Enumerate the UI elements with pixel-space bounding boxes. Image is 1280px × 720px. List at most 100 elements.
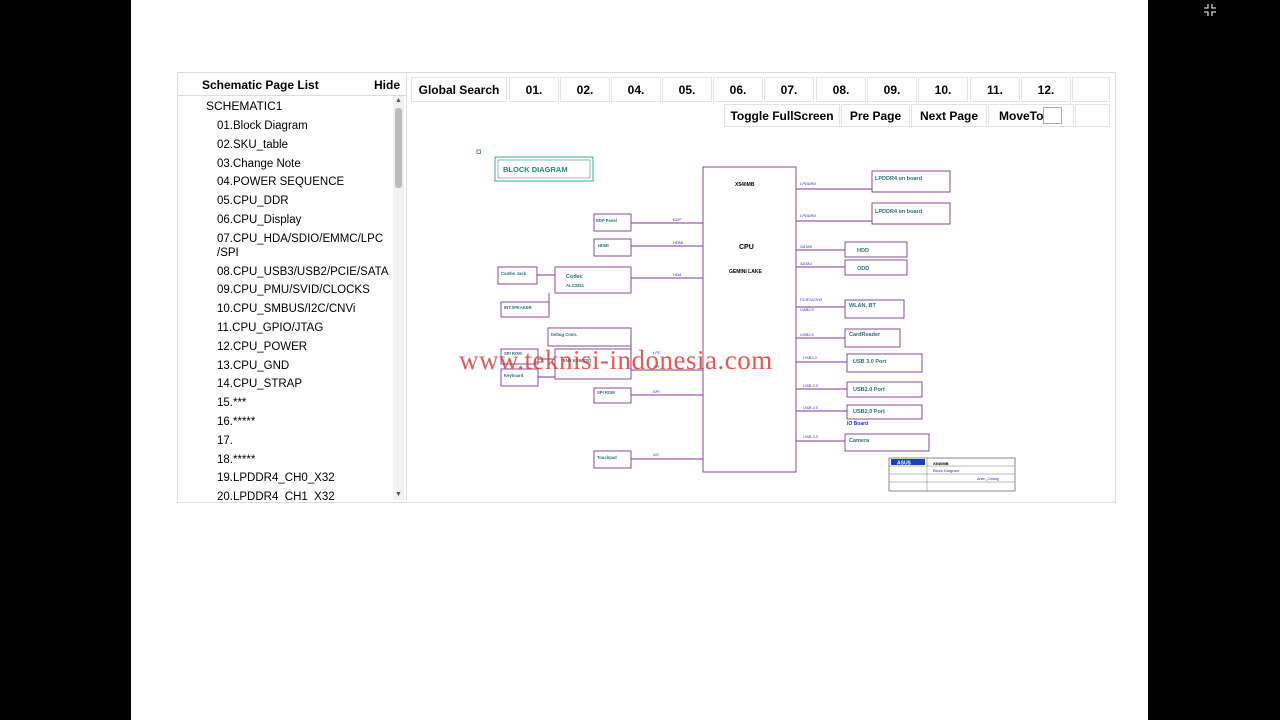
edp-label: EDP Panel <box>596 218 617 223</box>
page-list-item[interactable]: 13.CPU_GND <box>217 359 393 373</box>
page-list-item[interactable]: 18.***** <box>217 453 393 467</box>
page-list-item[interactable]: 17. <box>217 434 393 448</box>
debug-block <box>547 327 632 347</box>
bus-label: LPDDR4 <box>800 213 817 218</box>
odd-label: ODD <box>857 266 869 272</box>
title-block: ASUS X540MB Block Diagram Arlen_Chiang <box>888 457 1016 492</box>
touchpad-label: Touchpad <box>597 455 617 460</box>
io-board-label: IO Board <box>847 421 868 427</box>
card-reader-label: CardReader <box>849 332 881 338</box>
next-page-button[interactable]: Next Page <box>911 104 987 127</box>
page-button[interactable]: 12. <box>1021 77 1071 102</box>
hdd-label: HDD <box>857 248 869 254</box>
combo-jack-label: Combo Jack <box>501 271 527 276</box>
bus-label: HDMI <box>673 240 684 245</box>
bus-label: USB 2.0 <box>803 405 819 410</box>
block-diagram: BLOCK DIAGRAM X540MB CPU GEMINI LAKE LPD… <box>476 149 1016 492</box>
page-list-item[interactable]: 03.Change Note <box>217 157 393 171</box>
page-button[interactable]: 08. <box>816 77 866 102</box>
bus-label: USB3.0 <box>803 355 818 360</box>
toggle-fullscreen-button[interactable]: Toggle FullScreen <box>724 104 840 127</box>
lpddr4-a-label: LPDDR4 on board <box>875 176 922 182</box>
title-block-model: X540MB <box>933 461 949 466</box>
bus-label: USB 2.0 <box>803 383 819 388</box>
page-list-title: Schematic Page List <box>202 78 319 92</box>
move-to-label: MoveTo <box>999 108 1044 123</box>
bus-label: SATA1 <box>800 261 812 266</box>
bus-label: SATA0 <box>800 244 813 249</box>
codec-part-label: ALC3251 <box>566 283 585 288</box>
bus-label: USB2.0 <box>800 307 815 312</box>
cpu-family: GEMINI LAKE <box>729 269 762 275</box>
lpddr4-b-label: LPDDR4 on board <box>875 209 922 215</box>
bus-label: LPDDR4 <box>800 181 817 186</box>
codec-block <box>554 266 632 294</box>
page-list-item[interactable]: 07.CPU_HDA/SDIO/EMMC/LPC /SPI <box>217 232 393 260</box>
page-list: SCHEMATIC1 01.Block Diagram 02.SKU_table… <box>178 96 393 500</box>
page-list-item[interactable]: 06.CPU_Display <box>217 213 393 227</box>
page-button[interactable]: 07. <box>764 77 814 102</box>
page-list-item[interactable]: 14.CPU_STRAP <box>217 377 393 391</box>
scroll-up-icon[interactable]: ▲ <box>395 97 402 105</box>
scroll-down-icon[interactable]: ▼ <box>395 491 402 499</box>
toolbar-spacer <box>1075 104 1110 127</box>
page-button[interactable]: 05. <box>662 77 712 102</box>
page-list-item[interactable]: 04.POWER SEQUENCE <box>217 175 393 189</box>
hdd-block <box>844 241 908 258</box>
odd-block <box>844 259 908 276</box>
page-list-header: Schematic Page List Hide <box>178 73 406 96</box>
cpu-label: CPU <box>739 244 754 251</box>
cpu-block <box>702 166 797 473</box>
page-button[interactable]: 02. <box>560 77 610 102</box>
scroll-thumb[interactable] <box>395 108 402 188</box>
page-list-item[interactable]: 09.CPU_PMU/SVID/CLOCKS <box>217 283 393 297</box>
camera-label: Camera <box>849 438 870 444</box>
page-list-root[interactable]: SCHEMATIC1 <box>206 99 282 113</box>
page-button[interactable]: 04. <box>611 77 661 102</box>
bus-label: SPI <box>653 389 660 394</box>
move-to-input[interactable] <box>1043 107 1062 124</box>
page-list-item[interactable]: 05.CPU_DDR <box>217 194 393 208</box>
page-list-item[interactable]: 16.***** <box>217 415 393 429</box>
usb20b-label: USB2.0 Port <box>853 409 885 415</box>
codec-label: Codec <box>566 274 583 280</box>
schematic-viewer: Schematic Page List Hide SCHEMATIC1 01.B… <box>177 72 1116 503</box>
hide-button[interactable]: Hide <box>374 78 400 92</box>
page-list-item[interactable]: 11.CPU_GPIO/JTAG <box>217 321 393 335</box>
title-block-engineer: Arlen_Chiang <box>977 477 999 481</box>
title-block-brand: ASUS <box>897 461 912 467</box>
schematic-page-list: Schematic Page List Hide SCHEMATIC1 01.B… <box>178 73 407 500</box>
page-button[interactable]: 11. <box>970 77 1020 102</box>
diagram-title: BLOCK DIAGRAM <box>503 165 568 174</box>
page-button[interactable]: 09. <box>867 77 917 102</box>
page-list-scrollbar[interactable]: ▲ ▼ <box>393 96 404 500</box>
hdmi-label: HDMI <box>598 243 609 248</box>
bus-label: USB 2.0 <box>803 434 819 439</box>
bus-label: HDA <box>673 272 682 277</box>
wlan-label: WLAN, BT <box>849 303 877 309</box>
global-search-button[interactable]: Global Search <box>411 77 507 102</box>
page-button[interactable]: 01. <box>509 77 559 102</box>
usb30-label: USB 3.0 Port <box>853 359 886 365</box>
page-list-item[interactable]: 15.*** <box>217 396 393 410</box>
page-button[interactable]: 10. <box>918 77 968 102</box>
title-block-sheet: Block Diagram <box>933 468 960 473</box>
page-list-item[interactable]: 12.CPU_POWER <box>217 340 393 354</box>
page-list-items: 01.Block Diagram 02.SKU_table 03.Change … <box>217 119 393 500</box>
page-list-item[interactable]: 08.CPU_USB3/USB2/PCIE/SATA <box>217 265 393 279</box>
anchor-mark <box>476 149 481 154</box>
toolbar-spacer <box>1072 77 1110 102</box>
bus-label: USB2.0 <box>800 332 815 337</box>
watermark: www.teknisi-indonesia.com <box>459 345 773 375</box>
page-list-item[interactable]: 01.Block Diagram <box>217 119 393 133</box>
page-button[interactable]: 06. <box>713 77 763 102</box>
pre-page-button[interactable]: Pre Page <box>841 104 910 127</box>
page-list-item[interactable]: 10.CPU_SMBUS/I2C/CNVi <box>217 302 393 316</box>
page-list-item[interactable]: 02.SKU_table <box>217 138 393 152</box>
cpu-model: X540MB <box>735 182 755 188</box>
speaker-label: INT.SPEAKER <box>504 305 532 310</box>
exit-fullscreen-icon[interactable] <box>1203 3 1217 17</box>
bus-label: EDP <box>673 217 682 222</box>
page-list-item[interactable]: 20.LPDDR4_CH1_X32 <box>217 490 393 500</box>
page-list-item[interactable]: 19.LPDDR4_CH0_X32 <box>217 471 393 485</box>
